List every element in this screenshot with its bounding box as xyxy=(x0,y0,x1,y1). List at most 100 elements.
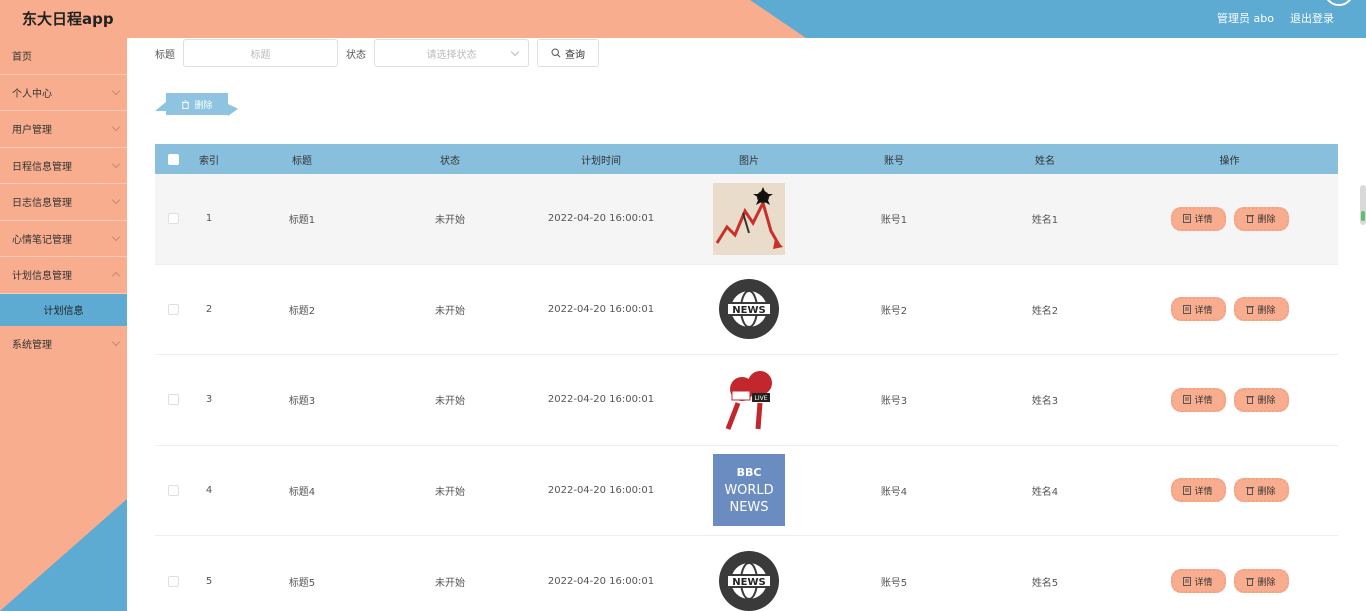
header-name: 姓名 xyxy=(1035,155,1055,167)
sidebar-item-users[interactable]: 用户管理 xyxy=(0,111,127,148)
row-checkbox[interactable] xyxy=(167,394,179,406)
query-button[interactable]: 查询 xyxy=(537,39,599,67)
row-status: 未开始 xyxy=(435,396,465,408)
bbc-logo-text: BBC xyxy=(737,466,762,479)
document-icon xyxy=(1183,576,1192,586)
row-image-cell: NEWS xyxy=(679,545,819,611)
table-row[interactable]: 5 标题5 未开始 2022-04-20 16:00:01 NEWS 账号5 姓… xyxy=(155,536,1338,611)
row-name: 姓名5 xyxy=(1031,577,1059,589)
sidebar-item-label: 用户管理 xyxy=(12,125,52,137)
page-scrollbar[interactable] xyxy=(1360,185,1366,225)
row-checkbox[interactable] xyxy=(167,575,179,587)
search-icon xyxy=(551,48,561,58)
news-globe-image[interactable]: NEWS xyxy=(713,273,785,345)
stock-chart-illustration xyxy=(713,182,785,255)
sidebar-item-schedule[interactable]: 日程信息管理 xyxy=(0,148,127,184)
row-actions: 详情 删除 xyxy=(1121,297,1338,322)
row-plan-time: 2022-04-20 16:00:01 xyxy=(547,484,655,496)
chevron-down-icon xyxy=(510,47,520,57)
delete-button[interactable]: 删除 xyxy=(1233,387,1289,412)
header-diagonal xyxy=(750,0,806,38)
scrollbar-thumb[interactable] xyxy=(1361,211,1365,221)
detail-button-label: 详情 xyxy=(1194,486,1213,497)
sidebar-corner-decoration xyxy=(0,499,127,611)
row-checkbox[interactable] xyxy=(167,484,179,496)
sidebar-item-logs[interactable]: 日志信息管理 xyxy=(0,184,127,221)
sidebar-item-plans[interactable]: 计划信息管理 xyxy=(0,257,127,294)
detail-button[interactable]: 详情 xyxy=(1170,569,1226,594)
batch-delete-label: 删除 xyxy=(194,100,213,111)
chevron-down-icon xyxy=(111,122,121,132)
trash-icon xyxy=(1246,305,1255,314)
news-badge-text: NEWS xyxy=(732,305,765,316)
news-microphones: LIVE xyxy=(725,370,772,430)
row-checkbox[interactable] xyxy=(167,303,179,315)
detail-button[interactable]: 详情 xyxy=(1170,478,1226,503)
row-plan-time: 2022-04-20 16:00:01 xyxy=(547,213,655,225)
row-plan-time: 2022-04-20 16:00:01 xyxy=(547,394,655,406)
app-title: 东大日程app xyxy=(22,10,114,28)
sidebar-item-label: 系统管理 xyxy=(12,340,52,352)
delete-button[interactable]: 删除 xyxy=(1233,297,1289,322)
row-title: 标题4 xyxy=(288,486,316,498)
sidebar-item-profile[interactable]: 个人中心 xyxy=(0,75,127,111)
table-row[interactable]: 3 标题3 未开始 2022-04-20 16:00:01 LIVE 账号3 姓… xyxy=(155,355,1338,446)
news-globe-image[interactable]: NEWS xyxy=(713,545,785,611)
sidebar-item-label: 日程信息管理 xyxy=(12,161,72,173)
table-row[interactable]: 2 标题2 未开始 2022-04-20 16:00:01 NEWS 账号2 姓… xyxy=(155,265,1338,355)
current-user[interactable]: 管理员 abo xyxy=(1217,10,1274,26)
title-search-input[interactable]: 标题 xyxy=(183,39,338,67)
delete-button-label: 删除 xyxy=(1257,577,1276,588)
document-icon xyxy=(1183,214,1192,224)
header-image: 图片 xyxy=(739,155,759,167)
detail-button[interactable]: 详情 xyxy=(1170,206,1226,231)
batch-delete-button[interactable]: 删除 xyxy=(166,93,228,115)
header-account: 账号 xyxy=(884,155,904,167)
status-select[interactable]: 请选择状态 xyxy=(374,39,529,67)
row-checkbox-cell xyxy=(155,575,191,587)
table-row[interactable]: 4 标题4 未开始 2022-04-20 16:00:01 BBC WORLD … xyxy=(155,446,1338,536)
delete-button[interactable]: 删除 xyxy=(1233,569,1289,594)
sidebar-item-home[interactable]: 首页 xyxy=(0,38,127,75)
row-actions: 详情 删除 xyxy=(1121,569,1338,594)
delete-button-label: 删除 xyxy=(1257,486,1276,497)
news-globe-badge: NEWS xyxy=(719,279,779,340)
row-name: 姓名3 xyxy=(1031,396,1059,408)
row-account: 账号1 xyxy=(880,215,908,227)
stock-chart-image[interactable] xyxy=(713,182,785,255)
delete-button[interactable]: 删除 xyxy=(1233,478,1289,503)
row-checkbox-cell xyxy=(155,484,191,496)
table-row[interactable]: 1 标题1 未开始 2022-04-20 16:00:01 账号1 姓名1 详情 xyxy=(155,174,1338,265)
delete-button[interactable]: 删除 xyxy=(1233,206,1289,231)
news-globe-badge: NEWS xyxy=(719,551,779,611)
row-status: 未开始 xyxy=(435,215,465,227)
sidebar-item-label: 首页 xyxy=(12,52,32,64)
detail-button[interactable]: 详情 xyxy=(1170,387,1226,412)
row-title: 标题2 xyxy=(288,305,316,317)
row-title: 标题1 xyxy=(288,215,316,227)
header-title: 标题 xyxy=(292,155,312,167)
header-plan-time: 计划时间 xyxy=(581,155,621,167)
row-index: 5 xyxy=(205,575,213,587)
row-image-cell xyxy=(679,182,819,255)
row-status: 未开始 xyxy=(435,486,465,498)
bbc-world-news-logo: BBC WORLD NEWS xyxy=(713,454,785,527)
sidebar-item-system[interactable]: 系统管理 xyxy=(0,326,127,363)
trash-icon xyxy=(1246,486,1255,495)
header-user-area: 管理员 abo 退出登录 xyxy=(1217,10,1334,26)
sidebar-item-label: 计划信息管理 xyxy=(12,271,72,283)
select-all-checkbox[interactable] xyxy=(167,153,179,165)
logout-link[interactable]: 退出登录 xyxy=(1290,10,1334,26)
chevron-down-icon xyxy=(111,232,121,241)
row-name: 姓名2 xyxy=(1031,305,1059,317)
trash-icon xyxy=(1246,215,1255,224)
news-microphones-image[interactable]: LIVE xyxy=(713,364,785,436)
detail-button[interactable]: 详情 xyxy=(1170,297,1226,322)
bbc-world-news-image[interactable]: BBC WORLD NEWS xyxy=(713,454,785,527)
row-checkbox[interactable] xyxy=(167,213,179,225)
row-account: 账号3 xyxy=(880,396,908,408)
row-image-cell: NEWS xyxy=(679,273,819,345)
sidebar-subitem-plan-info[interactable]: 计划信息 xyxy=(0,293,127,326)
detail-button-label: 详情 xyxy=(1194,305,1213,316)
sidebar-item-mood-notes[interactable]: 心情笔记管理 xyxy=(0,221,127,257)
